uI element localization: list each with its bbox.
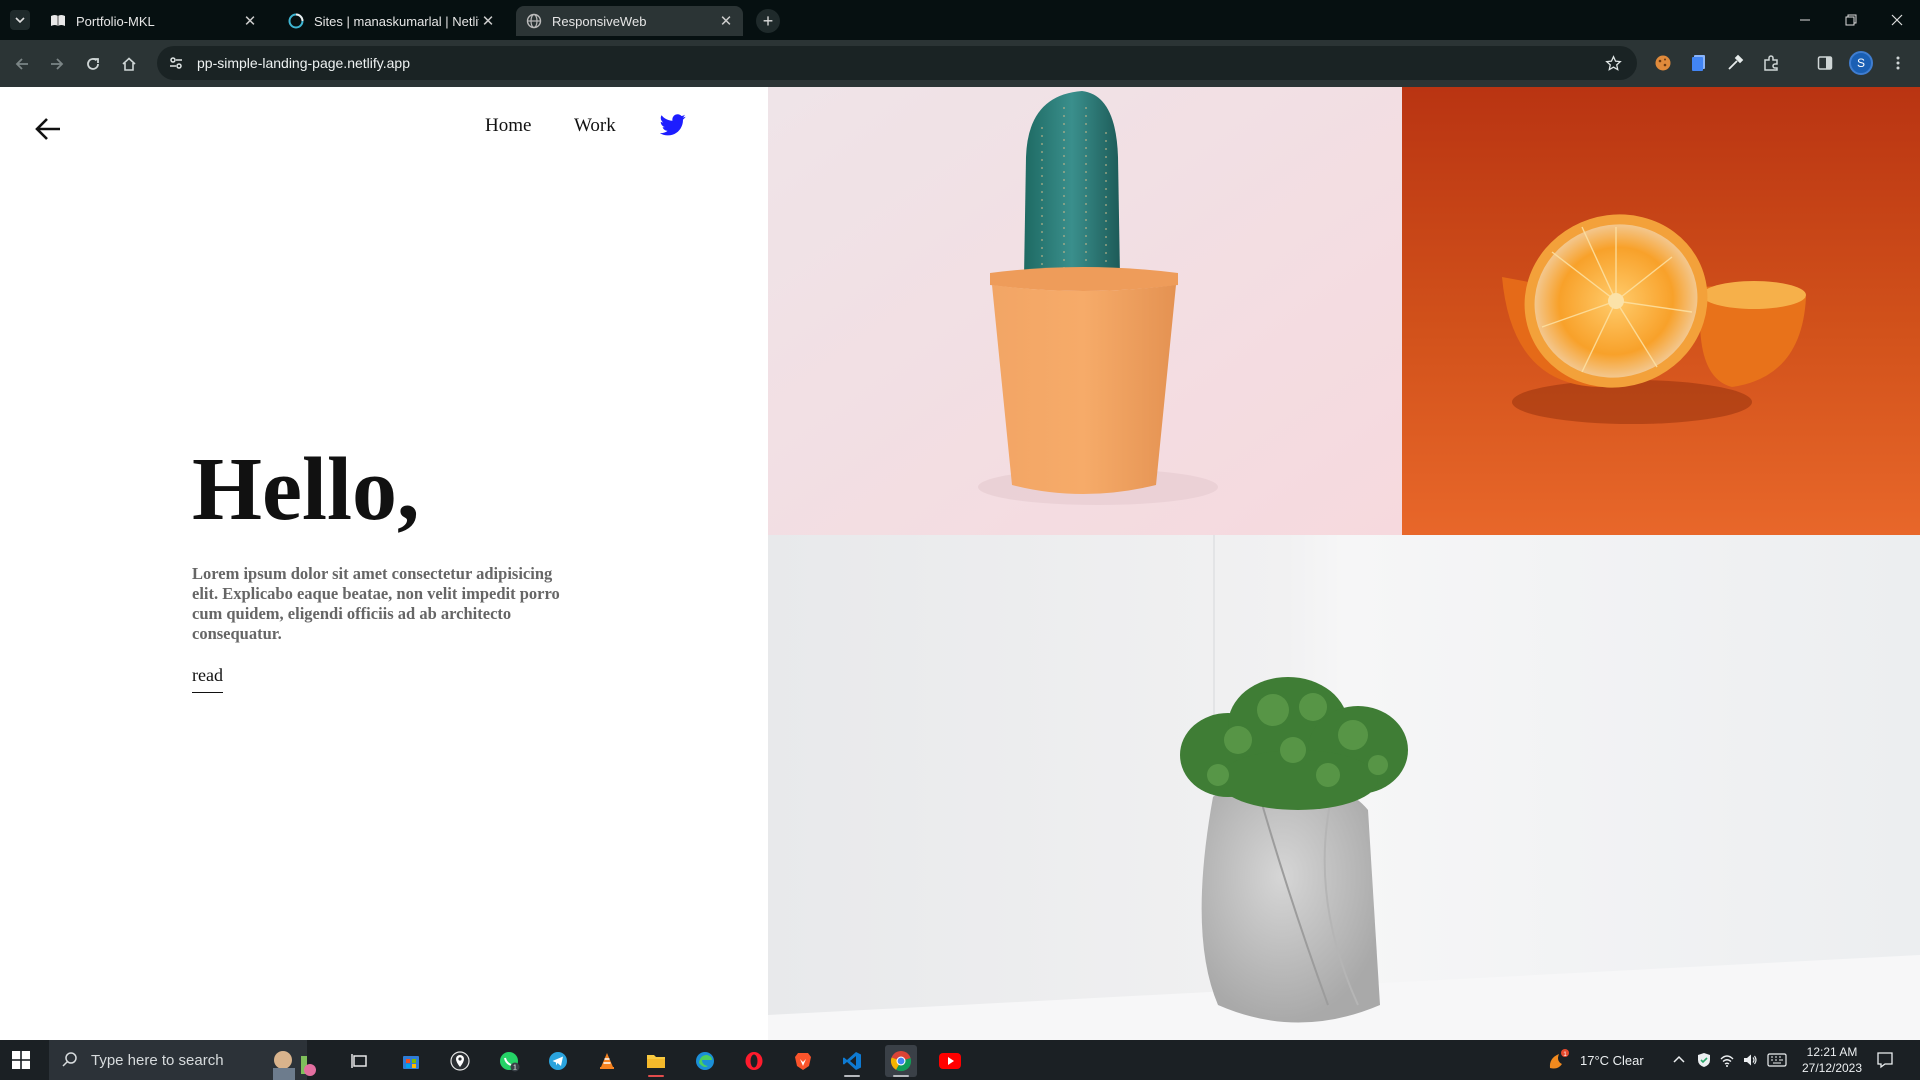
netlify-favicon bbox=[288, 13, 304, 29]
chrome-icon[interactable] bbox=[885, 1045, 917, 1077]
clock-date: 27/12/2023 bbox=[1801, 1061, 1863, 1075]
notification-icon bbox=[1877, 1052, 1893, 1069]
microsoft-store-icon[interactable] bbox=[395, 1045, 427, 1077]
svg-text:1: 1 bbox=[1563, 1051, 1567, 1058]
active-indicator bbox=[648, 1075, 664, 1077]
nav-home-link[interactable]: Home bbox=[485, 115, 531, 137]
restore-icon bbox=[1845, 14, 1857, 26]
browser-menu-icon[interactable] bbox=[1885, 50, 1911, 76]
arrow-right-icon bbox=[51, 58, 64, 70]
web-page: Home Work Hello, Lorem ipsum dolor sit a… bbox=[0, 87, 1920, 1040]
book-favicon bbox=[50, 13, 66, 29]
read-link[interactable]: read bbox=[192, 665, 223, 693]
chevron-down-icon bbox=[15, 17, 25, 24]
cactus-image bbox=[768, 87, 1402, 535]
taskbar-search[interactable]: Type here to search bbox=[49, 1040, 316, 1080]
tab-title: Portfolio-MKL bbox=[76, 13, 155, 29]
home-button[interactable] bbox=[115, 50, 143, 78]
opera-icon[interactable] bbox=[738, 1045, 770, 1077]
weather-text: 17°C Clear bbox=[1580, 1052, 1644, 1068]
telegram-icon[interactable] bbox=[542, 1045, 574, 1077]
tab-search-button[interactable] bbox=[10, 10, 30, 30]
reload-button[interactable] bbox=[79, 50, 107, 78]
side-panel-icon[interactable] bbox=[1812, 50, 1838, 76]
security-shield-icon[interactable] bbox=[1696, 1052, 1712, 1068]
close-tab-icon[interactable]: ✕ bbox=[479, 12, 497, 30]
keyboard-icon[interactable] bbox=[1767, 1053, 1787, 1067]
brave-icon[interactable] bbox=[787, 1045, 819, 1077]
minimize-window-button[interactable] bbox=[1782, 0, 1828, 40]
twitter-icon[interactable] bbox=[660, 113, 686, 137]
hero-panel: Home Work Hello, Lorem ipsum dolor sit a… bbox=[0, 87, 768, 1040]
moss-image bbox=[768, 535, 1920, 1040]
tab-portfolio[interactable]: Portfolio-MKL ✕ bbox=[40, 6, 267, 36]
windows-start-icon[interactable] bbox=[12, 1051, 30, 1069]
task-view-icon[interactable] bbox=[344, 1045, 376, 1077]
close-icon bbox=[1891, 14, 1903, 26]
wifi-icon[interactable] bbox=[1719, 1052, 1735, 1068]
orange-image bbox=[1402, 87, 1920, 535]
extensions-puzzle-icon[interactable] bbox=[1758, 50, 1784, 76]
weather-widget[interactable]: 1 17°C Clear bbox=[1546, 1040, 1644, 1080]
whatsapp-icon[interactable]: 1 bbox=[493, 1045, 525, 1077]
close-tab-icon[interactable]: ✕ bbox=[717, 12, 735, 30]
site-info-icon[interactable] bbox=[167, 54, 185, 72]
search-placeholder: Type here to search bbox=[91, 1051, 224, 1069]
back-arrow-icon[interactable] bbox=[32, 113, 64, 145]
profile-avatar[interactable]: S bbox=[1849, 51, 1873, 75]
forward-button[interactable] bbox=[43, 50, 71, 78]
nav-work-link[interactable]: Work bbox=[574, 115, 616, 137]
active-indicator bbox=[844, 1075, 860, 1077]
notifications-button[interactable] bbox=[1876, 1040, 1894, 1080]
hero-paragraph: Lorem ipsum dolor sit amet consectetur a… bbox=[192, 564, 560, 643]
vlc-icon[interactable] bbox=[591, 1045, 623, 1077]
youtube-icon[interactable] bbox=[934, 1045, 966, 1077]
tab-title: ResponsiveWeb bbox=[552, 13, 647, 29]
active-indicator bbox=[893, 1075, 909, 1077]
back-button[interactable] bbox=[8, 50, 36, 78]
hero-heading: Hello, bbox=[192, 440, 420, 539]
clock[interactable]: 12:21 AM 27/12/2023 bbox=[1797, 1040, 1867, 1080]
svg-text:1: 1 bbox=[513, 1065, 517, 1072]
weather-icon: 1 bbox=[1549, 1049, 1569, 1069]
bookmark-star-icon[interactable] bbox=[1603, 53, 1623, 73]
tab-title: Sites | manaskumarlal | Netlify bbox=[314, 13, 479, 29]
search-highlight-icon bbox=[273, 1051, 316, 1080]
cookie-extension-icon[interactable] bbox=[1650, 50, 1676, 76]
docs-extension-icon[interactable] bbox=[1686, 50, 1712, 76]
close-window-button[interactable] bbox=[1874, 0, 1920, 40]
new-tab-button[interactable]: + bbox=[756, 9, 780, 33]
tab-responsiveweb[interactable]: ResponsiveWeb ✕ bbox=[516, 6, 743, 36]
edge-browser-icon[interactable] bbox=[689, 1045, 721, 1077]
volume-icon[interactable] bbox=[1742, 1052, 1758, 1068]
reload-icon bbox=[87, 58, 99, 70]
search-icon bbox=[62, 1052, 77, 1067]
tray-overflow-chevron-icon[interactable] bbox=[1672, 1053, 1686, 1067]
vscode-icon[interactable] bbox=[836, 1045, 868, 1077]
file-explorer-icon[interactable] bbox=[640, 1045, 672, 1077]
home-icon bbox=[122, 57, 136, 71]
restore-window-button[interactable] bbox=[1828, 0, 1874, 40]
close-tab-icon[interactable]: ✕ bbox=[241, 12, 259, 30]
tab-netlify[interactable]: Sites | manaskumarlal | Netlify ✕ bbox=[278, 6, 505, 36]
globe-favicon bbox=[526, 13, 542, 29]
minimize-icon bbox=[1800, 19, 1810, 21]
color-picker-extension-icon[interactable] bbox=[1722, 50, 1748, 76]
maps-pin-icon[interactable] bbox=[444, 1045, 476, 1077]
url-text[interactable]: pp-simple-landing-page.netlify.app bbox=[197, 55, 410, 71]
system-tray bbox=[1672, 1040, 1787, 1080]
address-bar[interactable]: pp-simple-landing-page.netlify.app bbox=[157, 46, 1637, 80]
clock-time: 12:21 AM bbox=[1806, 1045, 1858, 1059]
arrow-left-icon bbox=[15, 58, 28, 70]
